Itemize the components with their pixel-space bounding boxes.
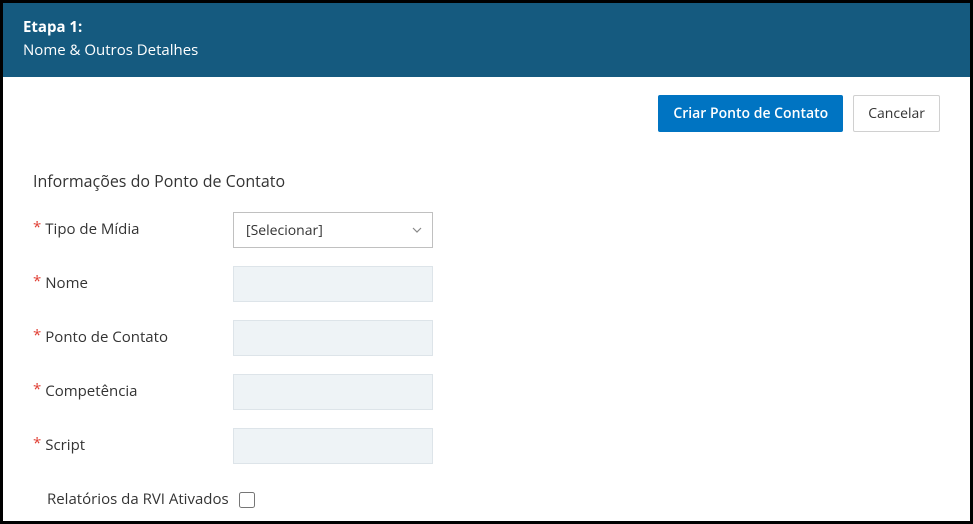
form: * Tipo de Mídia [Selecionar] * Nome [3,212,970,513]
required-star-icon: * [33,220,41,235]
name-control [233,266,433,302]
competence-control [233,374,433,410]
name-input[interactable] [233,266,433,302]
dialog-container: Etapa 1: Nome & Outros Detalhes Criar Po… [3,3,970,521]
required-star-icon: * [33,382,41,397]
required-star-icon: * [33,436,41,451]
script-label-wrap: * Script [33,428,233,456]
dialog-header: Etapa 1: Nome & Outros Detalhes [3,3,970,77]
name-label-wrap: * Nome [33,266,233,294]
media-type-label: Tipo de Mídia [45,220,139,240]
rvi-reports-label-wrap: Relatórios da RVI Ativados [33,482,233,510]
rvi-reports-label: Relatórios da RVI Ativados [47,490,229,510]
section-title: Informações do Ponto de Contato [3,132,970,212]
actions-bar: Criar Ponto de Contato Cancelar [3,77,970,132]
competence-label-wrap: * Competência [33,374,233,402]
required-star-icon: * [33,274,41,289]
rvi-reports-row: Relatórios da RVI Ativados [33,482,940,513]
name-label: Nome [45,274,88,294]
create-button[interactable]: Criar Ponto de Contato [658,95,843,132]
rvi-reports-checkbox[interactable] [239,492,255,508]
competence-input[interactable] [233,374,433,410]
media-type-select[interactable]: [Selecionar] [233,212,433,248]
point-of-contact-label-wrap: * Ponto de Contato [33,320,233,348]
point-of-contact-row: * Ponto de Contato [33,320,940,356]
competence-label: Competência [45,382,137,402]
point-of-contact-label: Ponto de Contato [45,328,168,348]
script-input[interactable] [233,428,433,464]
required-star-icon: * [33,328,41,343]
rvi-reports-control [233,482,433,513]
step-subtitle: Nome & Outros Detalhes [23,40,950,61]
point-of-contact-control [233,320,433,356]
point-of-contact-input[interactable] [233,320,433,356]
step-title: Etapa 1: [23,17,950,38]
script-row: * Script [33,428,940,464]
script-control [233,428,433,464]
media-type-control: [Selecionar] [233,212,433,248]
media-type-select-value: [Selecionar] [233,212,433,248]
name-row: * Nome [33,266,940,302]
competence-row: * Competência [33,374,940,410]
cancel-button[interactable]: Cancelar [853,95,940,132]
script-label: Script [45,436,85,456]
media-type-row: * Tipo de Mídia [Selecionar] [33,212,940,248]
media-type-label-wrap: * Tipo de Mídia [33,212,233,240]
